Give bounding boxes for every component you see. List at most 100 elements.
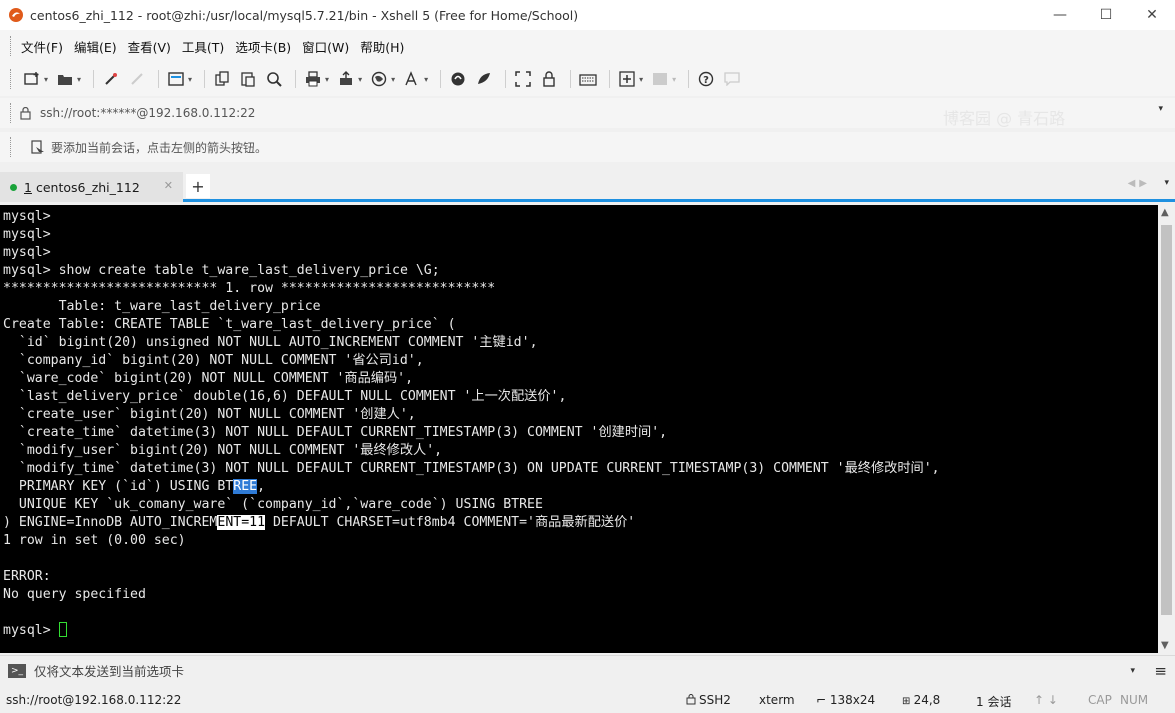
- status-size-text: 138x24: [829, 693, 876, 707]
- status-protocol-text: SSH2: [699, 693, 731, 707]
- tab-session[interactable]: 1 centos6_zhi_112 ✕: [0, 172, 183, 202]
- open-dropdown-icon[interactable]: ▾: [77, 75, 81, 84]
- add-panel-icon[interactable]: [616, 68, 638, 90]
- address-value[interactable]: ssh://root:******@192.168.0.112:22: [40, 106, 255, 120]
- menu-help[interactable]: 帮助(H): [360, 35, 404, 58]
- font-icon[interactable]: [401, 68, 423, 90]
- hint-grip[interactable]: [10, 137, 13, 157]
- transfer-icon[interactable]: [335, 68, 357, 90]
- terminal-line: `create_user` bigint(20) NOT NULL COMMEN…: [3, 407, 416, 422]
- print-dropdown-icon[interactable]: ▾: [325, 75, 329, 84]
- properties-dropdown-icon[interactable]: ▾: [188, 75, 192, 84]
- globe-dropdown-icon[interactable]: ▾: [391, 75, 395, 84]
- hint-bar: 要添加当前会话，点击左侧的箭头按钮。: [0, 132, 1175, 162]
- connected-status-icon: [10, 183, 17, 191]
- chat-icon[interactable]: [721, 68, 743, 90]
- toolbar-separator: [93, 70, 95, 88]
- menu-tabs[interactable]: 选项卡(B): [235, 35, 291, 58]
- terminal-text: ,: [257, 479, 266, 494]
- fullscreen-icon[interactable]: [512, 68, 534, 90]
- window-controls: — ☐ ✕: [1037, 0, 1175, 30]
- open-folder-icon[interactable]: [54, 68, 76, 90]
- terminal-line: ERROR:: [3, 569, 51, 584]
- tab-list-dropdown-icon[interactable]: ▾: [1164, 178, 1169, 188]
- toolbar-grip[interactable]: [10, 36, 13, 56]
- disconnect-icon[interactable]: [126, 68, 148, 90]
- selected-text: REE: [233, 479, 258, 494]
- toolbar-separator: [505, 70, 507, 88]
- tab-close-icon[interactable]: ✕: [164, 179, 173, 192]
- terminal-text: DEFAULT CHARSET=utf8mb4 COMMENT='商品最新配送价…: [265, 515, 636, 530]
- maximize-button[interactable]: ☐: [1083, 0, 1129, 30]
- font-dropdown-icon[interactable]: ▾: [424, 75, 428, 84]
- terminal-text: PRIMARY KEY (`id`) USING BT: [3, 479, 234, 494]
- close-button[interactable]: ✕: [1129, 0, 1175, 30]
- layout-dropdown-icon[interactable]: ▾: [672, 75, 676, 84]
- session-nav-arrows-icon[interactable]: ↑ ↓: [1034, 693, 1058, 707]
- hint-text: 要添加当前会话，点击左侧的箭头按钮。: [51, 140, 268, 155]
- terminal-line: mysql>: [3, 245, 51, 260]
- toolbar-separator: [440, 70, 442, 88]
- terminal-line: Create Table: CREATE TABLE `t_ware_last_…: [3, 317, 456, 332]
- terminal-line: `create_time` datetime(3) NOT NULL DEFAU…: [3, 425, 668, 440]
- toolbar-separator: [609, 70, 611, 88]
- svg-text:?: ?: [703, 75, 709, 86]
- terminal-screen[interactable]: mysql> mysql> mysql> mysql> show create …: [0, 205, 1158, 653]
- transfer-dropdown-icon[interactable]: ▾: [358, 75, 362, 84]
- status-connection: ssh://root@192.168.0.112:22: [6, 693, 182, 707]
- toolbar-separator: [204, 70, 206, 88]
- compose-target-text[interactable]: 仅将文本发送到当前选项卡: [34, 661, 184, 680]
- terminal-line: `modify_time` datetime(3) NOT NULL DEFAU…: [3, 461, 940, 476]
- menu-tools[interactable]: 工具(T): [182, 35, 224, 58]
- new-session-dropdown-icon[interactable]: ▾: [44, 75, 48, 84]
- scrollbar-thumb[interactable]: [1161, 225, 1172, 615]
- minimize-button[interactable]: —: [1037, 0, 1083, 30]
- toolbar-separator: [688, 70, 690, 88]
- terminal-scrollbar[interactable]: ▲ ▼: [1158, 205, 1175, 653]
- toolbar-separator: [158, 70, 160, 88]
- scroll-down-icon[interactable]: ▼: [1161, 640, 1169, 651]
- status-size: ⌐ 138x24: [816, 693, 875, 707]
- help-icon[interactable]: ?: [695, 68, 717, 90]
- new-tab-button[interactable]: +: [186, 174, 210, 198]
- terminal-line: `last_delivery_price` double(16,6) DEFAU…: [3, 389, 567, 404]
- menu-file[interactable]: 文件(F): [21, 35, 63, 58]
- find-icon[interactable]: [263, 68, 285, 90]
- address-bar: ssh://root:******@192.168.0.112:22 博客园 @…: [0, 98, 1175, 128]
- lock-icon[interactable]: [538, 68, 560, 90]
- add-panel-dropdown-icon[interactable]: ▾: [639, 75, 643, 84]
- terminal-line: UNIQUE KEY `uk_comany_ware` (`company_id…: [3, 497, 543, 512]
- terminal-prompt: mysql>: [3, 623, 59, 638]
- watermark: 博客园 @ 青石路: [943, 109, 1066, 128]
- tab-scroll-arrows-icon[interactable]: ◀▶: [1128, 178, 1151, 189]
- address-field[interactable]: ssh://root:******@192.168.0.112:22 博客园 @…: [18, 100, 1168, 128]
- status-terminal-type: xterm: [759, 693, 795, 707]
- address-grip[interactable]: [10, 103, 13, 123]
- menu-view[interactable]: 查看(V): [128, 35, 171, 58]
- compose-prompt-icon[interactable]: >_: [8, 663, 26, 678]
- selected-text: ENT=11: [217, 515, 266, 530]
- window-title: centos6_zhi_112 - root@zhi:/usr/local/my…: [30, 7, 579, 23]
- keyboard-icon[interactable]: [577, 68, 599, 90]
- xmanager-icon[interactable]: [473, 68, 495, 90]
- add-session-arrow-icon[interactable]: [31, 140, 45, 154]
- address-dropdown-icon[interactable]: ▾: [1158, 104, 1163, 114]
- layout-icon[interactable]: [649, 68, 671, 90]
- menu-window[interactable]: 窗口(W): [302, 35, 349, 58]
- compose-menu-icon[interactable]: ≡: [1154, 662, 1167, 680]
- scroll-up-icon[interactable]: ▲: [1161, 207, 1169, 218]
- print-icon[interactable]: [302, 68, 324, 90]
- session-properties-icon[interactable]: [165, 68, 187, 90]
- xftp-icon[interactable]: [447, 68, 469, 90]
- toolbar-grip[interactable]: [10, 69, 13, 89]
- compose-dropdown-icon[interactable]: ▾: [1130, 666, 1135, 676]
- xshell-app-icon[interactable]: [8, 7, 24, 23]
- menu-edit[interactable]: 编辑(E): [74, 35, 117, 58]
- status-caps: CAP: [1088, 693, 1112, 707]
- terminal-line: ) ENGINE=InnoDB AUTO_INCREMENT=11 DEFAUL…: [3, 514, 635, 532]
- paste-icon[interactable]: [237, 68, 259, 90]
- globe-icon[interactable]: [368, 68, 390, 90]
- new-session-icon[interactable]: [21, 68, 43, 90]
- reconnect-icon[interactable]: [100, 68, 122, 90]
- copy-icon[interactable]: [211, 68, 233, 90]
